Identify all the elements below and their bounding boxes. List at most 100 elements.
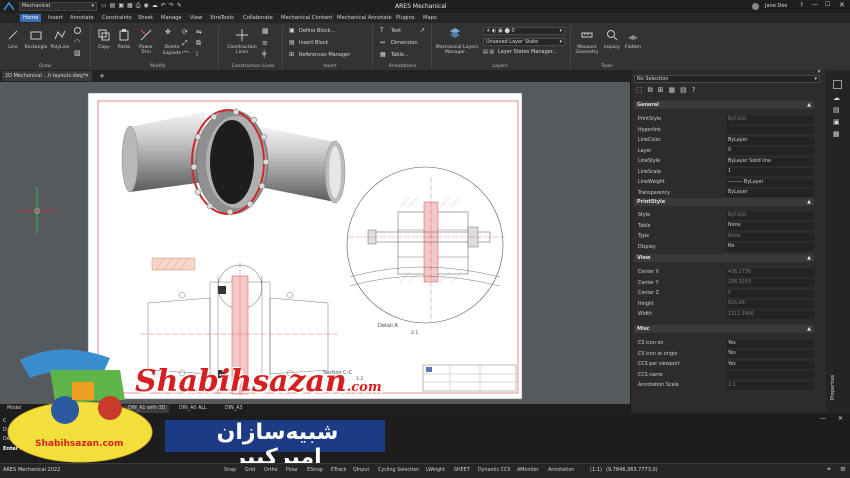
table-icon[interactable]: ▦: [380, 51, 386, 58]
help-icon[interactable]: ?: [692, 86, 701, 94]
hatch-icon[interactable]: ▨: [74, 49, 81, 57]
filter-icon[interactable]: ▦: [669, 86, 681, 94]
line-icon[interactable]: [7, 29, 19, 41]
undo-icon[interactable]: ↶: [161, 2, 169, 9]
general-row[interactable]: LineScale 1: [634, 168, 814, 177]
print-icon[interactable]: ⎙: [136, 2, 144, 9]
property-value[interactable]: None: [726, 232, 814, 241]
status-toggle-cycling-selection[interactable]: Cycling Selection: [376, 466, 421, 476]
general-row[interactable]: LineWeight ——— ByLayer: [634, 178, 814, 187]
layer-state-select[interactable]: Unsaved Layer State ▾: [483, 38, 565, 46]
measure-geometry-button[interactable]: Measure Geometry: [572, 45, 602, 55]
property-value[interactable]: 298.3203: [726, 279, 814, 287]
status-toggle-amonitor[interactable]: AMonitor: [515, 466, 541, 476]
text-icon[interactable]: T: [380, 27, 384, 34]
tab-home[interactable]: Home: [20, 14, 42, 22]
tab-xtratools[interactable]: XtraTools: [207, 14, 237, 22]
properties-side-tab[interactable]: Properties: [830, 360, 836, 400]
close-icon[interactable]: ✕: [85, 71, 89, 81]
array-icon[interactable]: ⁞: [196, 50, 198, 58]
match-icon[interactable]: ✎: [177, 2, 185, 9]
cloud-icon[interactable]: ☁: [152, 2, 161, 9]
new-file-icon[interactable]: ▭: [101, 2, 110, 9]
paste-button[interactable]: Paste: [113, 45, 135, 50]
inquiry-button[interactable]: Inquiry: [601, 45, 623, 50]
construction-lines-icon[interactable]: [236, 29, 248, 41]
section-general[interactable]: General ▲: [634, 101, 814, 109]
layer-select[interactable]: ☀ ◐ ▣ ⬤ 0 ▾: [483, 27, 565, 35]
user-icon[interactable]: [752, 3, 759, 10]
paste-icon[interactable]: [118, 29, 130, 41]
property-value[interactable]: 616.08: [726, 300, 814, 308]
status-toggle-snap[interactable]: Snap: [222, 466, 238, 476]
rectangle-icon[interactable]: [30, 29, 42, 41]
view-row[interactable]: Center Y 298.3203: [634, 279, 814, 288]
section-printstyle[interactable]: PrintStyle ▲: [634, 198, 814, 206]
general-row[interactable]: LineColor ByLayer: [634, 136, 814, 145]
tab-view[interactable]: View: [187, 14, 205, 22]
tab-mechanical-content[interactable]: Mechanical Content: [278, 14, 335, 22]
property-value[interactable]: Yes: [726, 339, 814, 348]
view-row[interactable]: Center Z 0: [634, 289, 814, 298]
insert-block-button[interactable]: Insert Block: [299, 40, 328, 46]
copy-button[interactable]: Copy: [93, 45, 115, 50]
workspace-select[interactable]: Mechanical ▾: [19, 2, 97, 11]
property-value[interactable]: [726, 126, 814, 134]
tab-sheet[interactable]: Sheet: [135, 14, 156, 22]
tab-maps[interactable]: Maps: [420, 14, 440, 22]
property-value[interactable]: ByLayer Solid line: [726, 157, 814, 166]
fillet-icon[interactable]: ⌒: [182, 50, 189, 60]
layer-tools-icons[interactable]: ▤ ▥: [483, 49, 494, 55]
dimension-icon[interactable]: ↔: [380, 39, 385, 46]
property-value[interactable]: 1: [726, 168, 814, 176]
circle-icon[interactable]: [74, 27, 81, 34]
library-palette-icon[interactable]: ▦: [833, 130, 840, 138]
status-toggle-qinput[interactable]: QInput: [351, 466, 371, 476]
grid-lines-icon[interactable]: ▦: [262, 27, 269, 35]
close-icon[interactable]: ✕: [838, 415, 843, 422]
tab-annotate[interactable]: Annotate: [67, 14, 97, 22]
flatten-icon[interactable]: [627, 29, 639, 41]
property-value[interactable]: 436.2736: [726, 268, 814, 277]
view-row[interactable]: Height 616.08: [634, 300, 814, 309]
rectangle-button[interactable]: Rectangle: [22, 45, 50, 50]
property-value[interactable]: ByLayer: [726, 136, 814, 145]
tab-collaborate[interactable]: Collaborate: [240, 14, 276, 22]
leader-icon[interactable]: ↗: [420, 27, 425, 34]
text-button[interactable]: Text: [391, 28, 401, 34]
properties-palette-icon[interactable]: [833, 80, 842, 89]
preview-icon[interactable]: ◉: [144, 2, 152, 9]
misc-row[interactable]: CS icon at origin Yes: [634, 350, 814, 359]
property-value[interactable]: None: [726, 222, 814, 230]
quick-select-icon[interactable]: ⧉: [648, 86, 658, 94]
property-value[interactable]: No: [726, 243, 814, 251]
property-value[interactable]: Yes: [726, 350, 814, 358]
misc-row[interactable]: CS icon on Yes: [634, 339, 814, 348]
scale-icon[interactable]: ⤢: [182, 39, 188, 48]
menu-icon[interactable]: ≡: [840, 465, 846, 473]
power-trim-icon[interactable]: [140, 29, 152, 41]
close-icon[interactable]: ✕: [817, 69, 821, 75]
explode-button[interactable]: Explode: [160, 51, 184, 56]
property-value[interactable]: ByLayer: [726, 189, 814, 197]
redo-icon[interactable]: ↷: [169, 2, 177, 9]
insert-block-icon[interactable]: ▤: [289, 39, 295, 46]
general-row[interactable]: Hyperlink: [634, 126, 814, 135]
mechanical-layers-icon[interactable]: [449, 27, 461, 39]
polyline-button[interactable]: PolyLine: [48, 45, 72, 50]
document-tab[interactable]: 2D Mechanical ...h layouts.dwg* ✕: [2, 71, 92, 81]
status-toggle-estrap[interactable]: EStrap: [305, 466, 325, 476]
status-toggle-grid[interactable]: Grid: [243, 466, 257, 476]
close-icon[interactable]: ✕: [839, 1, 845, 9]
layer-states-manager-button[interactable]: Layer States Manager...: [498, 49, 557, 55]
property-value[interactable]: ——— ByLayer: [726, 178, 814, 187]
blocks-palette-icon[interactable]: ▣: [833, 118, 840, 126]
save-as-icon[interactable]: ▦: [127, 2, 136, 9]
status-toggle-annotation[interactable]: Annotation: [546, 466, 576, 476]
select-objects-icon[interactable]: ⬚: [636, 86, 648, 94]
new-tab-button[interactable]: +: [97, 71, 107, 81]
tab-plugins[interactable]: Plugins: [393, 14, 418, 22]
selection-select[interactable]: No Selection ▾: [634, 75, 820, 83]
minimize-icon[interactable]: —: [812, 1, 818, 8]
printstyle-row[interactable]: Type None: [634, 232, 814, 241]
